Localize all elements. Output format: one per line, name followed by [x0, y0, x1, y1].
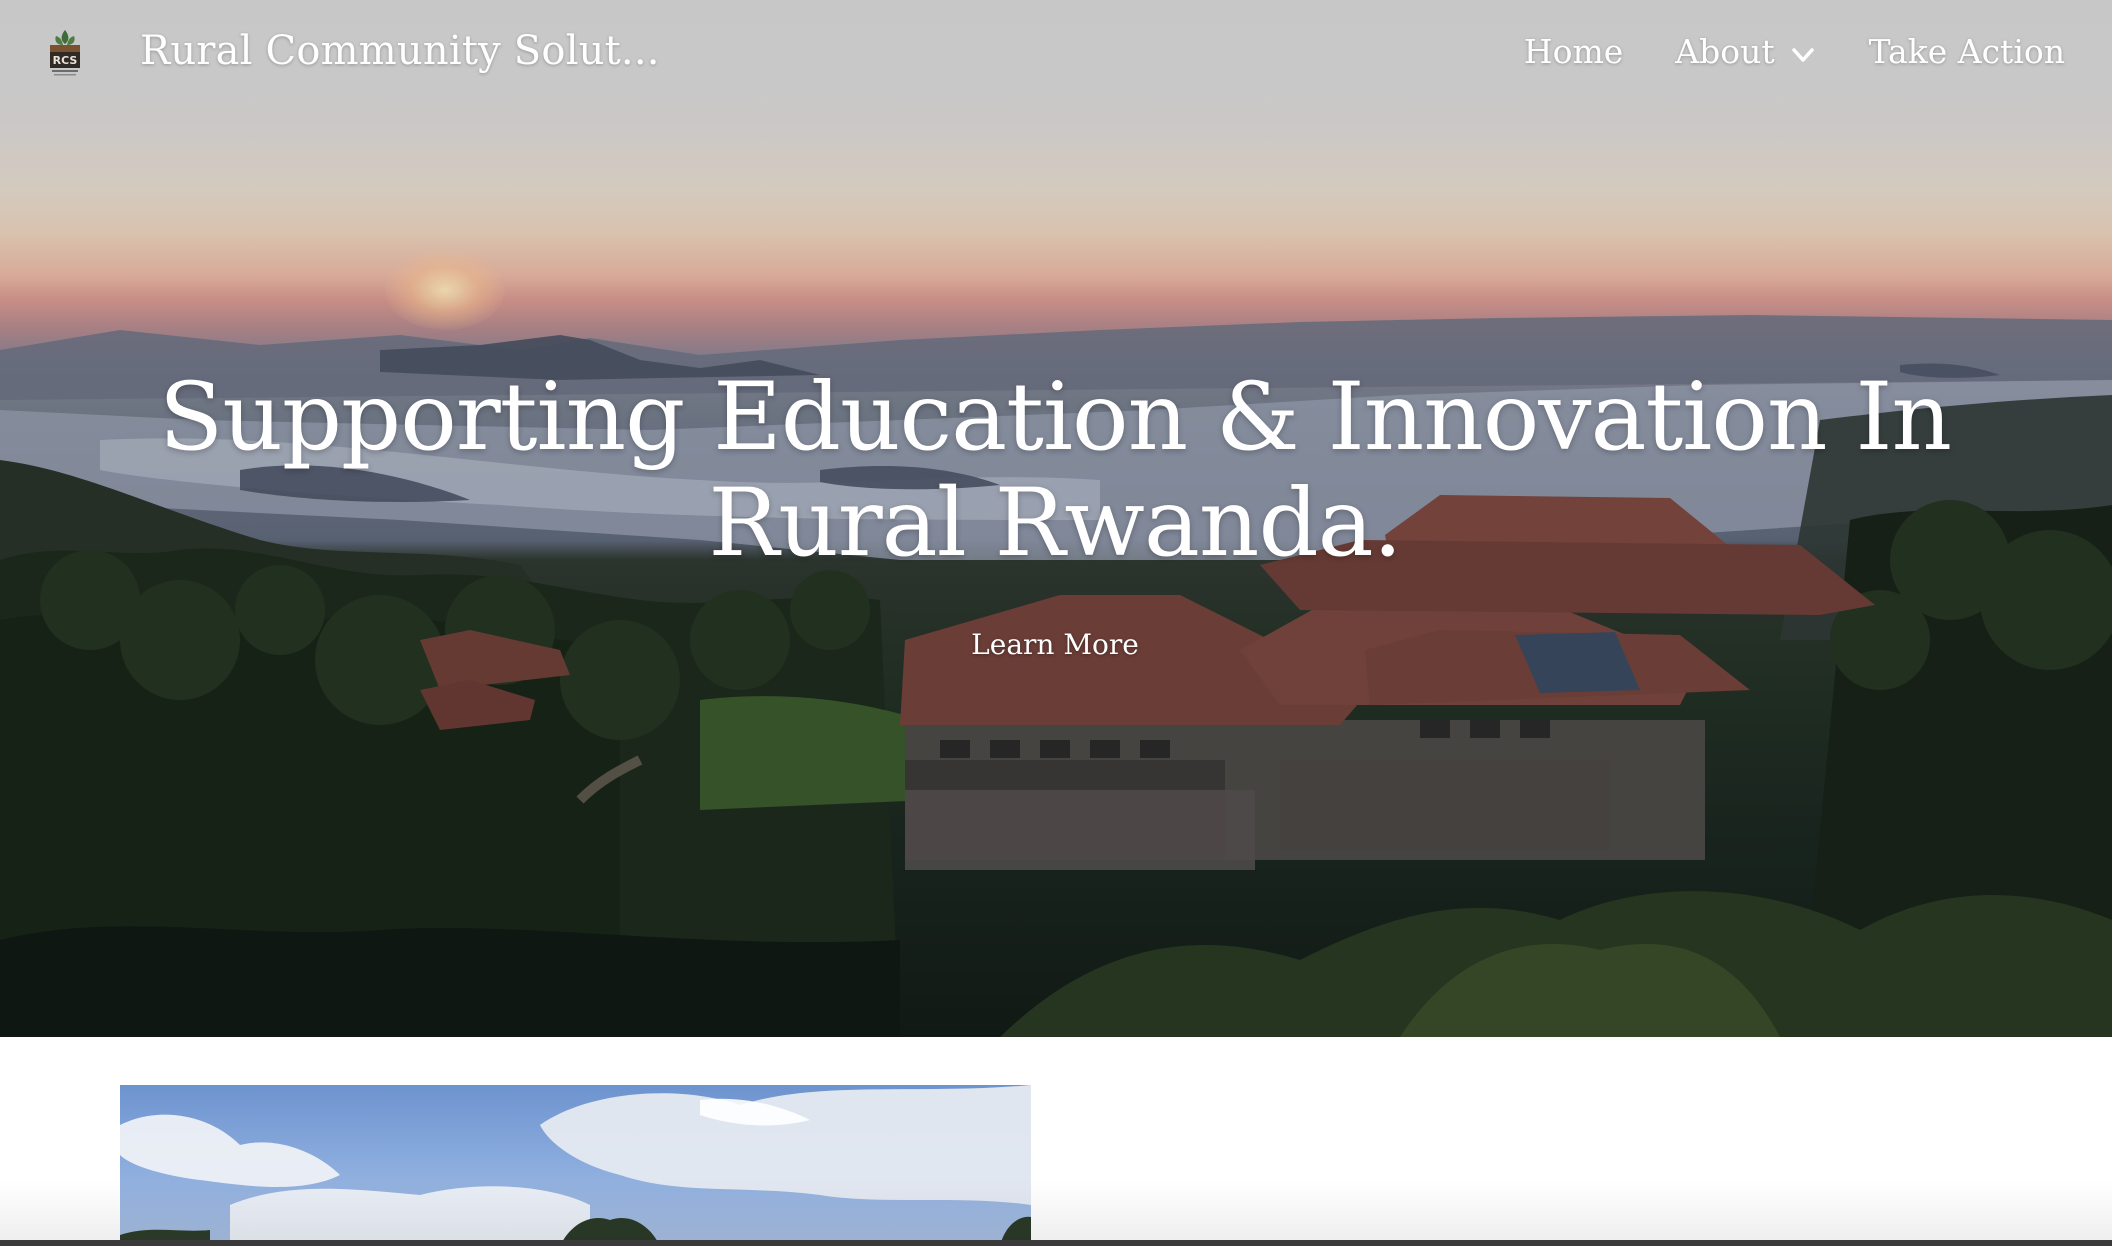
content-image: [120, 1085, 1031, 1246]
nav-take-action-label: Take Action: [1868, 32, 2065, 71]
browser-bottom-bar: [0, 1240, 2112, 1246]
hero-heading-line1: Supporting Education & Innovation In: [158, 363, 1952, 472]
nav-home-link[interactable]: Home: [1524, 32, 1623, 71]
content-image-art: [120, 1085, 1031, 1246]
site-title[interactable]: Rural Community Solut...: [140, 28, 660, 74]
main-nav: Home About Take Action: [1472, 32, 2065, 71]
site-header: RCS Rural Community Solut... Home About …: [0, 0, 2112, 110]
nav-about-link[interactable]: About: [1675, 32, 1816, 71]
hero-heading: Supporting Education & Innovation In Rur…: [130, 365, 1980, 577]
logo-text: RCS: [53, 54, 78, 67]
learn-more-button[interactable]: Learn More: [950, 628, 1160, 661]
hero-heading-line2: Rural Rwanda.: [708, 469, 1402, 578]
nav-take-action-link[interactable]: Take Action: [1869, 32, 2065, 71]
nav-about-label: About: [1675, 32, 1775, 71]
rcs-logo-icon[interactable]: RCS: [42, 26, 88, 82]
chevron-down-icon[interactable]: [1789, 38, 1817, 66]
nav-home-label: Home: [1523, 32, 1624, 71]
